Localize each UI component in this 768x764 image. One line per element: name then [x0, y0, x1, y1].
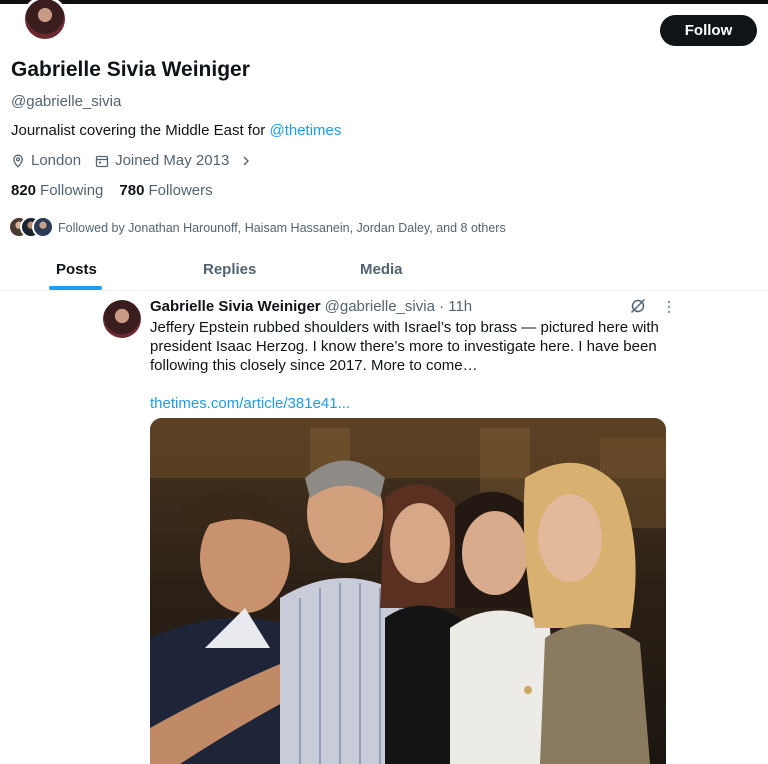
profile-name: Gabrielle Sivia Weiniger: [11, 58, 250, 81]
following-link[interactable]: 820 Following: [11, 182, 103, 199]
joined-text: Joined May 2013: [115, 152, 230, 169]
location-text: London: [31, 152, 82, 169]
profile-handle: @gabrielle_sivia: [11, 93, 122, 110]
post-header: Gabrielle Sivia Weiniger @gabrielle_sivi…: [150, 298, 472, 315]
profile-meta: London Joined May 2013: [11, 152, 263, 169]
following-count: 820: [11, 182, 37, 199]
followers-label: Followers: [148, 182, 213, 199]
location-item: London: [11, 152, 81, 169]
active-tab-indicator: [49, 286, 102, 290]
post-photo[interactable]: [150, 418, 666, 764]
calendar-icon: [95, 155, 109, 167]
post-handle-time[interactable]: @gabrielle_sivia · 11h: [325, 298, 473, 315]
post-photo-illustration: [150, 418, 666, 764]
post-link[interactable]: thetimes.com/article/381e41...: [150, 395, 350, 412]
following-label: Following: [40, 182, 104, 199]
bio-mention-link[interactable]: @thetimes: [269, 122, 341, 139]
profile-stats: 820 Following 780 Followers: [11, 182, 213, 199]
chevron-right-icon: [243, 156, 250, 165]
top-bar: [0, 0, 768, 4]
followers-link[interactable]: 780 Followers: [119, 182, 212, 199]
location-pin-icon: [13, 154, 23, 168]
profile-tabs: Posts Replies Media: [0, 253, 768, 291]
more-icon[interactable]: [662, 299, 676, 315]
profile-avatar[interactable]: [22, 0, 68, 42]
follower-avatar: [32, 216, 54, 238]
followers-count: 780: [119, 182, 145, 199]
grok-icon[interactable]: [629, 297, 647, 315]
followed-by-text: Followed by Jonathan Harounoff, Haisam H…: [58, 221, 506, 235]
followed-by-avatars: [8, 216, 56, 240]
post-text: Jeffery Epstein rubbed shoulders with Is…: [150, 319, 659, 374]
followed-by-row[interactable]: Followed by Jonathan Harounoff, Haisam H…: [8, 216, 506, 240]
tab-media[interactable]: Media: [360, 261, 403, 278]
joined-item[interactable]: Joined May 2013: [95, 152, 253, 169]
profile-bio: Journalist covering the Middle East for …: [11, 122, 341, 139]
bio-text: Journalist covering the Middle East for: [11, 122, 270, 139]
tab-posts[interactable]: Posts: [56, 261, 97, 278]
follow-button[interactable]: Follow: [660, 15, 757, 46]
tab-replies[interactable]: Replies: [203, 261, 256, 278]
post-author-avatar[interactable]: [103, 300, 141, 338]
post-author-name[interactable]: Gabrielle Sivia Weiniger: [150, 298, 321, 315]
